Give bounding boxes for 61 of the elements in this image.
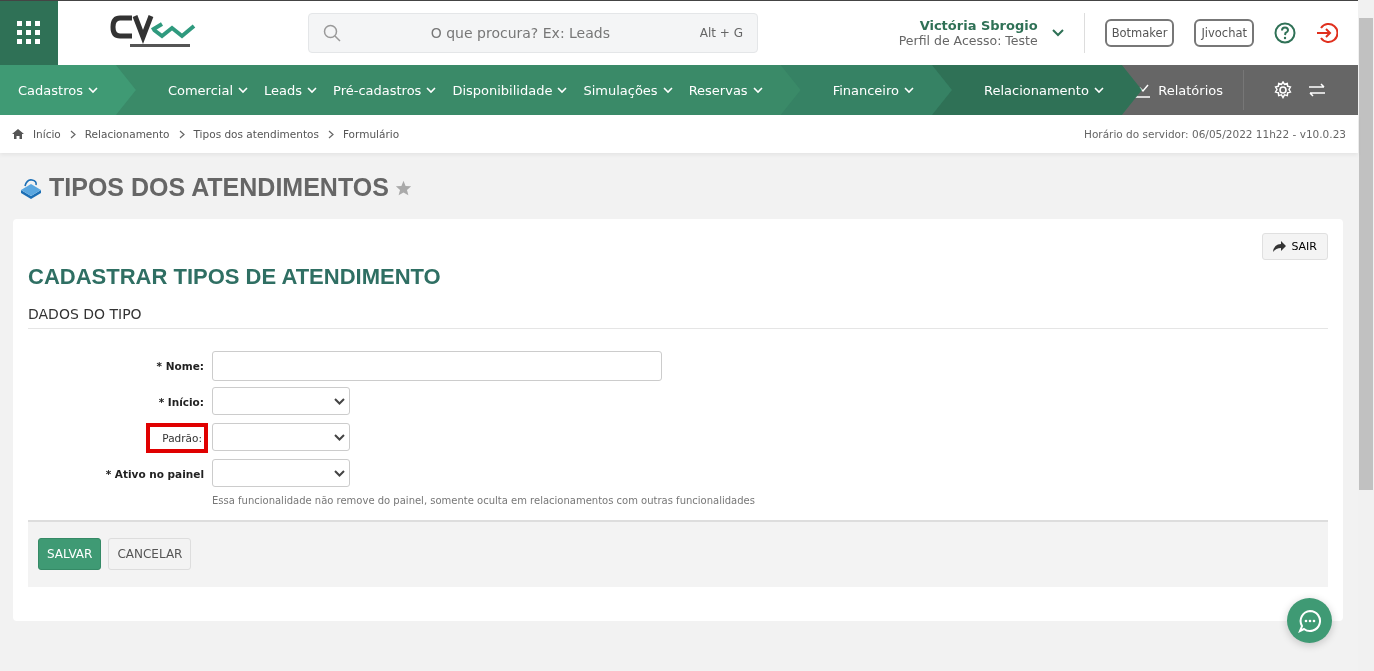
page-title: TIPOS DOS ATENDIMENTOS: [49, 173, 389, 202]
caret-icon: [557, 86, 568, 94]
chevron-down-icon: [334, 469, 345, 477]
integration-button[interactable]: Botmaker: [1104, 19, 1175, 47]
cancel-button[interactable]: CANCELAR: [108, 538, 192, 570]
nav-menu-item[interactable]: Leads: [264, 82, 318, 98]
breadcrumb-link[interactable]: Formulário: [342, 128, 400, 140]
server-time: Horário do servidor: 06/05/2022 11h22 - v10.0.23: [1084, 128, 1346, 140]
nav-menu-item[interactable]: Comercial: [167, 82, 248, 98]
save-button[interactable]: SALVAR: [38, 538, 102, 570]
caret-icon: [307, 86, 318, 94]
shortcut-hint: Alt + G: [699, 26, 743, 40]
nav-menu-item[interactable]: Financeiro: [832, 82, 914, 98]
caret-icon: [426, 86, 437, 94]
form-title: CADASTRAR TIPOS DE ATENDIMENTO: [28, 264, 442, 290]
search-field[interactable]: O que procura? Ex: Leads Alt + G: [308, 13, 758, 53]
breadcrumb-link[interactable]: Início: [33, 128, 61, 140]
search-icon: [323, 24, 341, 42]
chevron-right-icon: [69, 129, 76, 139]
caret-icon: [662, 86, 673, 94]
field-label: * Ativo no painel: [104, 467, 205, 482]
caret-icon: [904, 86, 914, 94]
caret-icon: [238, 86, 248, 94]
chevron-right-icon: [327, 129, 334, 139]
nav-menu-item[interactable]: Cadastros: [18, 82, 98, 98]
caret-icon: [87, 86, 98, 94]
home-icon: [12, 129, 24, 139]
nav-menu-item[interactable]: Reservas: [688, 82, 763, 98]
grid-icon: [17, 21, 41, 45]
swap-arrows-icon[interactable]: [1308, 83, 1326, 97]
field-label: * Início:: [157, 395, 205, 410]
chevron-right-icon: [178, 129, 185, 139]
chevron-down-icon[interactable]: [1051, 29, 1064, 37]
field-label: * Nome:: [155, 359, 205, 374]
breadcrumb-link[interactable]: Relacionamento: [84, 128, 170, 140]
reports-link[interactable]: Relatórios: [1132, 82, 1223, 98]
caret-icon: [752, 86, 763, 94]
star-icon[interactable]: [394, 179, 412, 196]
breadcrumb-link[interactable]: Tipos dos atendimentos: [193, 128, 319, 140]
chevron-down-icon: [334, 397, 345, 405]
user-profile: Perfil de Acesso: Teste: [898, 33, 1038, 48]
caret-icon: [1093, 86, 1104, 94]
help-icon[interactable]: [1274, 22, 1296, 44]
settings-icon[interactable]: [1274, 81, 1292, 99]
logout-icon[interactable]: [1316, 22, 1338, 44]
nav-menu-item[interactable]: Disponibilidade: [452, 82, 568, 98]
user-name: Victória Sbrogio: [919, 18, 1038, 33]
chat-bubble-icon: [1297, 608, 1322, 633]
nav-menu-item[interactable]: Relacionamento: [984, 82, 1104, 98]
chevron-down-icon: [334, 433, 345, 441]
search-placeholder: O que procura? Ex: Leads: [429, 25, 611, 41]
nav-menu-item[interactable]: Simulações: [583, 82, 673, 98]
share-arrow-icon: [1273, 241, 1287, 252]
exit-button[interactable]: SAIR: [1262, 233, 1328, 260]
nav-menu-item[interactable]: Pré-cadastros: [333, 82, 437, 98]
section-title: DADOS DO TIPO: [28, 306, 1328, 329]
apps-menu-button[interactable]: [0, 1, 58, 65]
field-label: Padrão:: [146, 423, 208, 453]
text-input[interactable]: [212, 351, 662, 381]
help-text: Essa funcionalidade não remove do painel, somente oculta em relacionamentos com outras funcionalidades: [212, 495, 755, 506]
integration-button[interactable]: Jivochat: [1194, 19, 1254, 47]
